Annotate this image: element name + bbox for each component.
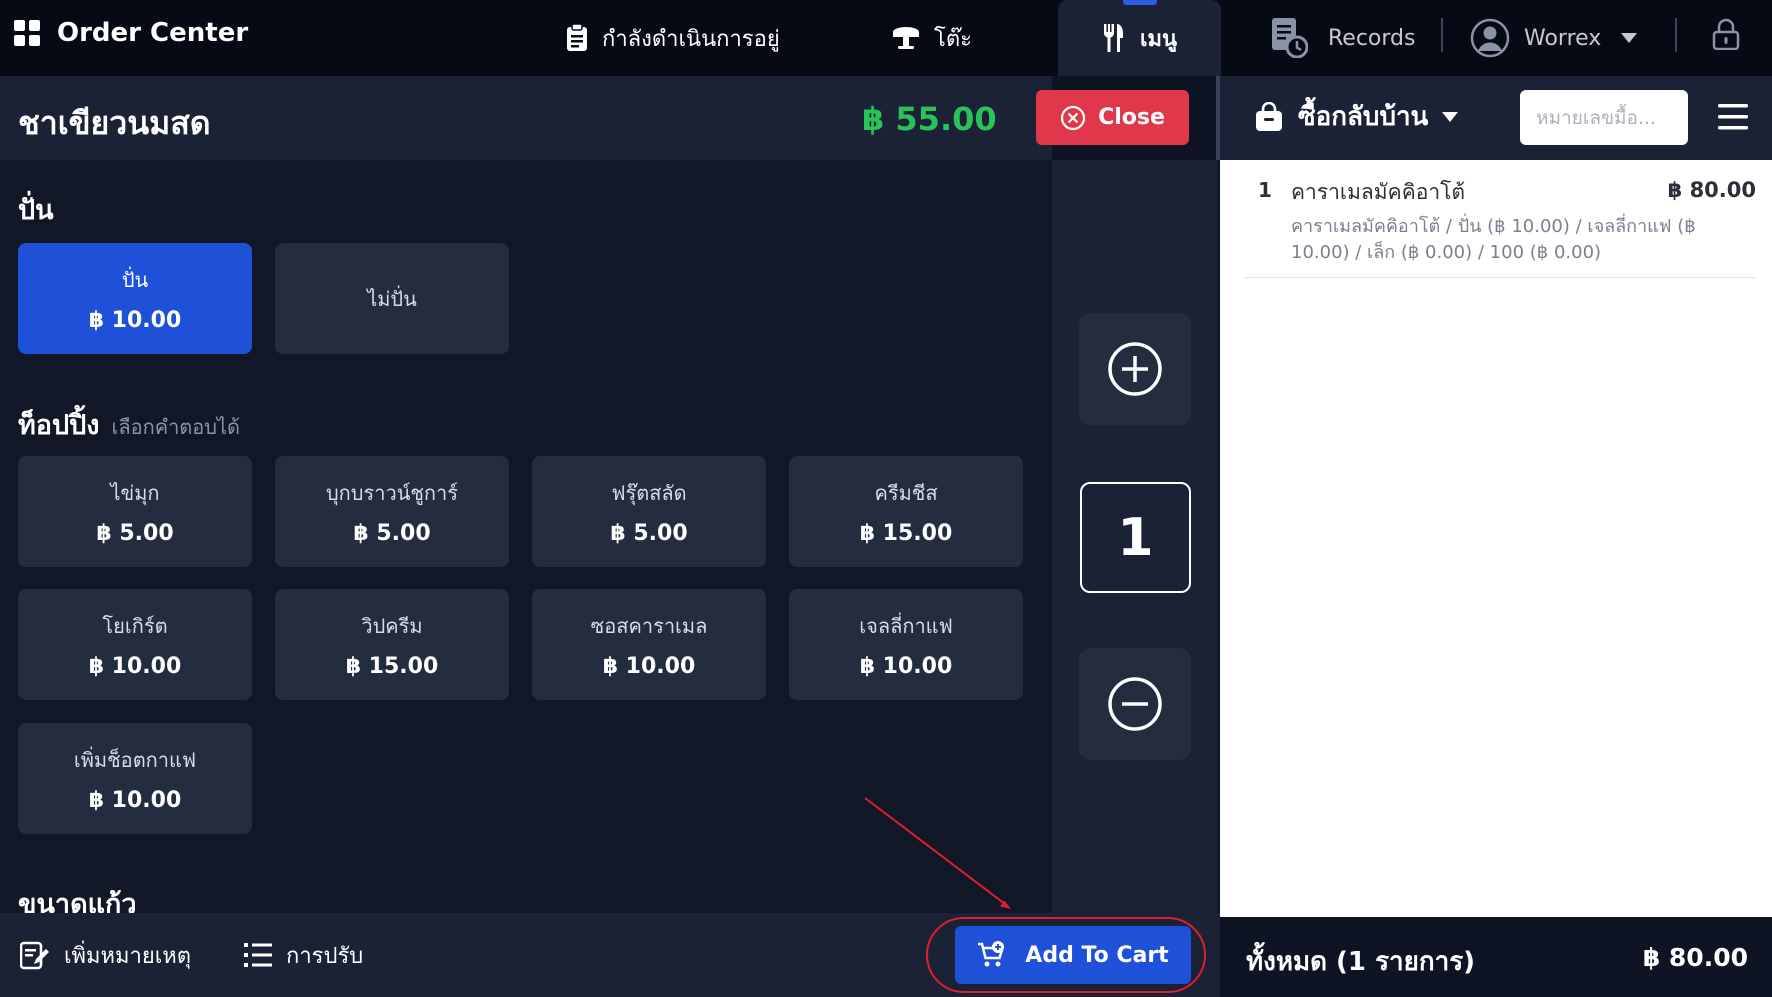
cart-item[interactable]: 1 คาราเมลมัคคิอาโต้ ฿ 80.00 คาราเมลมัคคิ… xyxy=(1244,178,1756,278)
option-price: ฿ 10.00 xyxy=(88,788,182,813)
option-price: ฿ 10.00 xyxy=(859,654,953,679)
adjust-button[interactable]: การปรับ xyxy=(244,913,363,997)
quantity-display: 1 xyxy=(1080,482,1191,593)
records-clock-icon xyxy=(1270,18,1308,58)
fork-knife-icon xyxy=(1102,24,1126,52)
option-name: เพิ่มช็อตกาแฟ xyxy=(73,748,197,772)
takeaway-bag-icon xyxy=(1254,101,1284,132)
chevron-down-icon xyxy=(1442,111,1459,122)
item-name: ชาเขียวนมสด xyxy=(18,104,211,142)
option-name: เจลลี่กาแฟ xyxy=(859,614,953,638)
cart-item-modifiers: คาราเมลมัคคิอาโต้ / ปั่น (฿ 10.00) / เจล… xyxy=(1291,216,1696,263)
lock-icon[interactable] xyxy=(1712,18,1740,50)
edit-note-icon xyxy=(20,940,50,970)
group-title-text: ท็อปปิ้ง xyxy=(18,410,100,441)
option-topping[interactable]: ไข่มุก ฿ 5.00 xyxy=(18,456,252,567)
divider xyxy=(1675,18,1677,52)
group-title-blend: ปั่น xyxy=(18,195,54,226)
table-icon xyxy=(892,25,920,51)
option-topping[interactable]: วิปครีม ฿ 15.00 xyxy=(275,589,509,700)
cart-plus-icon xyxy=(977,941,1007,969)
option-price: ฿ 5.00 xyxy=(610,521,688,546)
cart-header: ซื้อกลับบ้าน xyxy=(1220,76,1772,160)
app-title: Order Center xyxy=(57,18,249,48)
tab-menu[interactable]: เมนู xyxy=(1058,0,1222,76)
option-name: โยเกิร์ต xyxy=(102,614,168,638)
tab-label: เมนู xyxy=(1140,26,1178,52)
total-label: ทั้งหมด (1 รายการ) xyxy=(1246,947,1476,977)
options-panel[interactable]: ปั่น ปั่น ฿ 10.00 ไม่ปั่น ท็อปปิ้ง เลือกค… xyxy=(0,160,1052,913)
option-topping[interactable]: ซอสคาราเมล ฿ 10.00 xyxy=(532,589,766,700)
add-to-cart-button[interactable]: Add To Cart xyxy=(955,926,1191,984)
tab-label: โต๊ะ xyxy=(934,26,972,52)
user-menu[interactable]: Worrex xyxy=(1470,0,1638,76)
adjust-label: การปรับ xyxy=(286,943,364,969)
add-to-cart-label: Add To Cart xyxy=(1025,942,1169,968)
option-price: ฿ 15.00 xyxy=(859,521,953,546)
order-number-input[interactable] xyxy=(1520,90,1688,145)
add-note-button[interactable]: เพิ่มหมายเหตุ xyxy=(20,913,191,997)
clipboard-icon xyxy=(566,24,588,52)
option-topping[interactable]: บุกบราวน์ชูการ์ ฿ 5.00 xyxy=(275,456,509,567)
option-topping[interactable]: โยเกิร์ต ฿ 10.00 xyxy=(18,589,252,700)
records-label: Records xyxy=(1328,25,1416,51)
increase-quantity-button[interactable] xyxy=(1079,313,1191,425)
minus-circle-icon xyxy=(1107,676,1163,732)
cart-list: 1 คาราเมลมัคคิอาโต้ ฿ 80.00 คาราเมลมัคคิ… xyxy=(1220,160,1772,917)
option-name: ครีมชีส xyxy=(874,481,938,505)
cart-total-bar: ทั้งหมด (1 รายการ) ฿ 80.00 xyxy=(1220,917,1772,997)
close-circle-icon xyxy=(1060,105,1086,131)
cart-item-price: ฿ 80.00 xyxy=(1667,178,1756,202)
cart-item-qty: 1 xyxy=(1258,178,1272,202)
option-price: ฿ 10.00 xyxy=(602,654,696,679)
tab-in-progress[interactable]: กำลังดำเนินการอยู่ xyxy=(566,0,780,76)
top-bar: Order Center กำลังดำเนินการอยู่ โต๊ะ เมน… xyxy=(0,0,1772,76)
decrease-quantity-button[interactable] xyxy=(1079,648,1191,760)
option-name: ซอสคาราเมล xyxy=(590,614,708,638)
brand: Order Center xyxy=(14,18,248,48)
item-header: ชาเขียวนมสด ฿ 55.00 xyxy=(0,76,1052,160)
total-amount: ฿ 80.00 xyxy=(1642,943,1748,972)
close-label: Close xyxy=(1098,105,1165,130)
close-button[interactable]: Close xyxy=(1036,90,1189,145)
option-name: ไข่มุก xyxy=(110,481,160,505)
user-name: Worrex xyxy=(1524,25,1602,51)
option-topping[interactable]: ครีมชีส ฿ 15.00 xyxy=(789,456,1023,567)
apps-grid-icon[interactable] xyxy=(14,20,40,46)
option-price: ฿ 5.00 xyxy=(96,521,174,546)
group-title-topping: ท็อปปิ้ง เลือกคำตอบได้ xyxy=(18,403,240,446)
option-price: ฿ 10.00 xyxy=(88,308,182,333)
quantity-panel: 1 xyxy=(1052,160,1218,913)
item-price: ฿ 55.00 xyxy=(862,100,997,138)
chevron-down-icon xyxy=(1621,33,1638,43)
group-hint: เลือกคำตอบได้ xyxy=(111,415,241,439)
user-avatar-icon xyxy=(1470,18,1510,58)
active-tab-indicator xyxy=(1122,0,1157,5)
cart-item-name: คาราเมลมัคคิอาโต้ xyxy=(1291,180,1466,204)
option-price: ฿ 15.00 xyxy=(345,654,439,679)
option-price: ฿ 10.00 xyxy=(88,654,182,679)
list-icon xyxy=(244,943,272,967)
tab-label: กำลังดำเนินการอยู่ xyxy=(602,26,780,52)
option-topping[interactable]: ฟรุ๊ตสลัด ฿ 5.00 xyxy=(532,456,766,567)
option-name: ฟรุ๊ตสลัด xyxy=(611,481,687,505)
group-title-cup-size: ขนาดแก้ว xyxy=(18,889,137,913)
plus-circle-icon xyxy=(1107,341,1163,397)
order-type-dropdown[interactable]: ซื้อกลับบ้าน xyxy=(1254,96,1459,137)
option-no-blend[interactable]: ไม่ปั่น xyxy=(275,243,509,354)
add-note-label: เพิ่มหมายเหตุ xyxy=(64,943,192,969)
option-name: ไม่ปั่น xyxy=(367,286,417,311)
option-name: วิปครีม xyxy=(361,614,423,638)
option-name: ปั่น xyxy=(121,268,149,292)
option-topping[interactable]: เพิ่มช็อตกาแฟ ฿ 10.00 xyxy=(18,723,252,834)
divider xyxy=(1441,18,1443,52)
records-button[interactable]: Records xyxy=(1270,0,1415,76)
hamburger-menu-icon[interactable] xyxy=(1718,104,1748,130)
option-name: บุกบราวน์ชูการ์ xyxy=(325,481,459,505)
order-type-label: ซื้อกลับบ้าน xyxy=(1298,102,1429,132)
option-topping[interactable]: เจลลี่กาแฟ ฿ 10.00 xyxy=(789,589,1023,700)
tab-tables[interactable]: โต๊ะ xyxy=(892,0,972,76)
option-blend[interactable]: ปั่น ฿ 10.00 xyxy=(18,243,252,354)
option-price: ฿ 5.00 xyxy=(353,521,431,546)
